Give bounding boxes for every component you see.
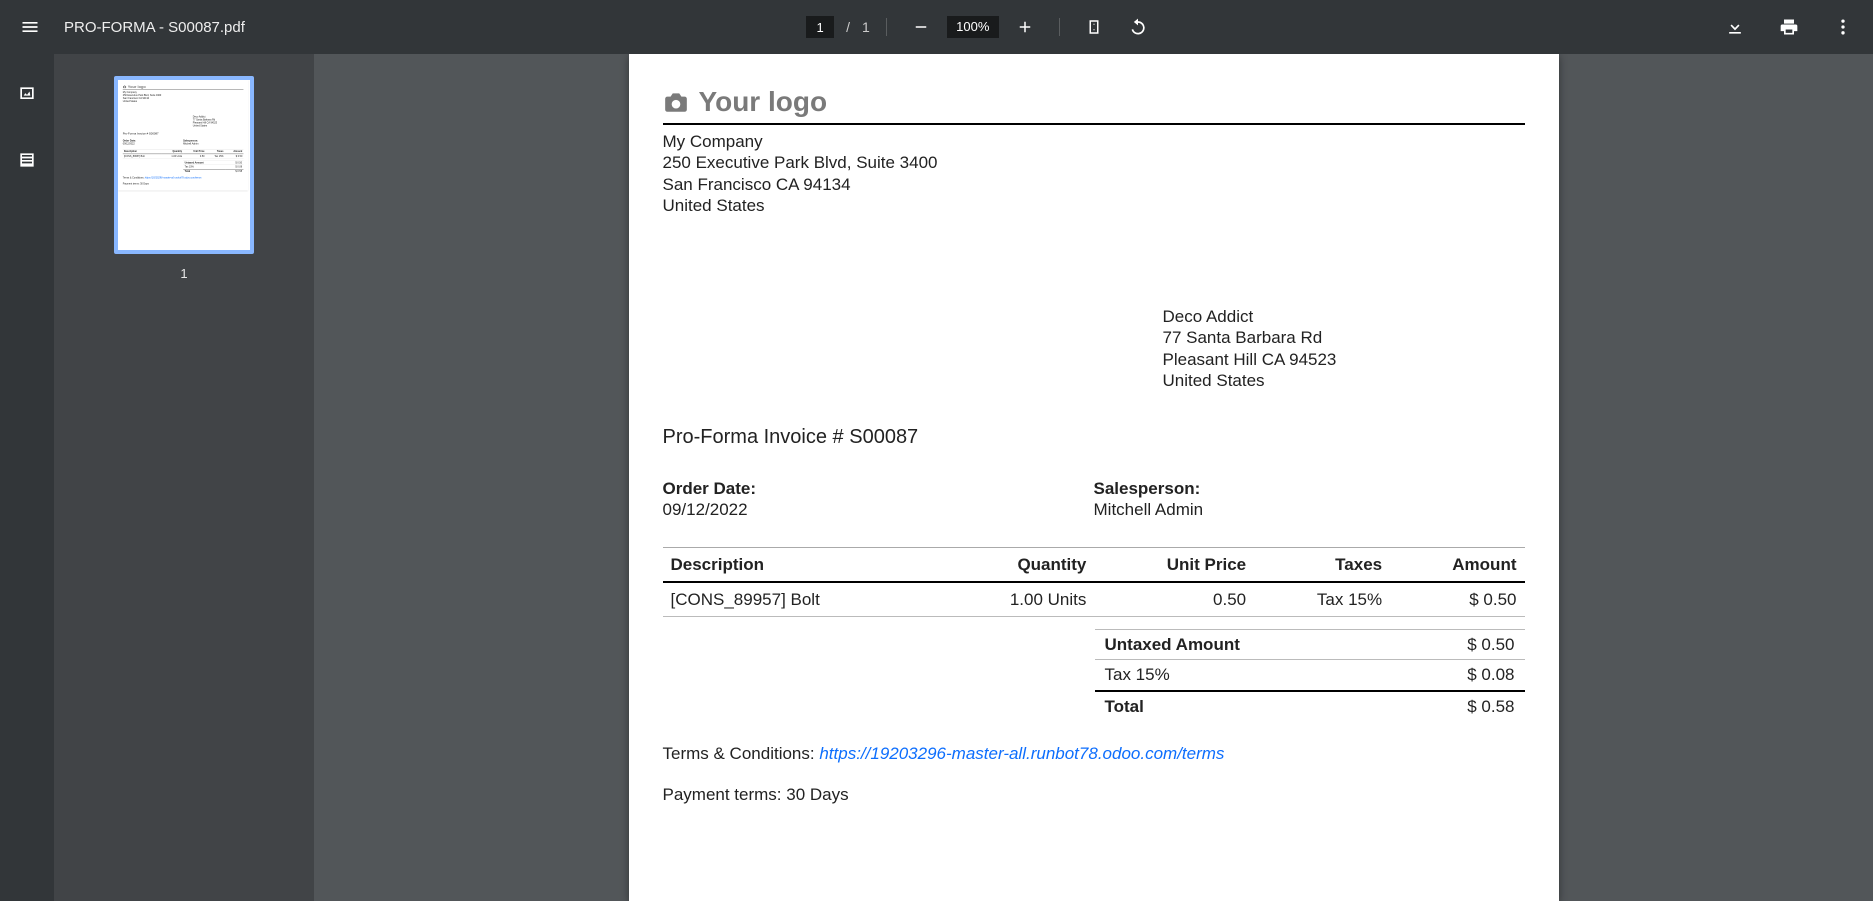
print-icon[interactable] [1771, 9, 1807, 45]
document-filename: PRO-FORMA - S00087.pdf [64, 19, 245, 36]
sender-street: 250 Executive Park Blvd, Suite 3400 [663, 152, 1525, 173]
cell-amount: $ 0.50 [1390, 582, 1524, 617]
total-amount: $ 0.58 [1395, 691, 1525, 721]
divider [886, 18, 887, 36]
cell-taxes: Tax 15% [206, 154, 225, 159]
page-thumbnail[interactable]: Your logo My Company 250 Executive Park … [114, 76, 254, 254]
camera-icon [663, 89, 689, 115]
pdf-page: Your logo My Company 250 Executive Park … [118, 80, 248, 191]
recipient-block: Deco Addict 77 Santa Barbara Rd Pleasant… [1163, 306, 1525, 391]
workspace: Your logo My Company 250 Executive Park … [0, 54, 1873, 901]
terms-prefix: Terms & Conditions: [123, 177, 145, 180]
sender-country: United States [123, 100, 244, 103]
more-icon[interactable] [1825, 9, 1861, 45]
tax-label: Tax 15% [1095, 660, 1395, 691]
recipient-name: Deco Addict [1163, 306, 1525, 327]
thumbnails-icon[interactable] [9, 76, 45, 112]
meta-row: Order Date: 09/12/2022 Salesperson: Mitc… [123, 139, 244, 145]
payment-terms: Payment terms: 30 Days [663, 784, 1525, 805]
col-amount: Amount [1390, 547, 1524, 582]
recipient-block: Deco Addict 77 Santa Barbara Rd Pleasant… [193, 115, 244, 127]
col-quantity: Quantity [939, 547, 1094, 582]
order-date-value: 09/12/2022 [123, 142, 135, 145]
cell-unitprice: 0.50 [183, 154, 205, 159]
cell-description: [CONS_89957] Bolt [123, 154, 162, 159]
recipient-street: 77 Santa Barbara Rd [1163, 327, 1525, 348]
sender-country: United States [663, 195, 1525, 216]
order-date-value: 09/12/2022 [663, 500, 748, 519]
sender-city: San Francisco CA 94134 [663, 174, 1525, 195]
logo-placeholder: Your logo [663, 84, 1525, 119]
pdf-toolbar: PRO-FORMA - S00087.pdf / 1 100% [0, 0, 1873, 54]
total-label: Total [1095, 691, 1395, 721]
order-date-label: Order Date: [663, 479, 757, 498]
table-row: [CONS_89957] Bolt1.00 Units0.50Tax 15%$ … [123, 154, 244, 159]
logo-placeholder: Your logo [123, 84, 244, 89]
sender-block: My Company 250 Executive Park Blvd, Suit… [663, 131, 1525, 216]
zoom-in-icon[interactable] [1007, 9, 1043, 45]
camera-icon [123, 85, 127, 89]
terms-line: Terms & Conditions: https://19203296-mas… [663, 743, 1525, 764]
col-taxes: Taxes [1254, 547, 1390, 582]
page-number-input[interactable] [806, 16, 834, 38]
table-header-row: Description Quantity Unit Price Taxes Am… [663, 547, 1525, 582]
page-canvas[interactable]: Your logo My Company 250 Executive Park … [314, 54, 1873, 901]
cell-amount: $ 0.50 [225, 154, 244, 159]
thumbnail-page-number: 1 [180, 266, 187, 281]
logo-text: Your logo [699, 84, 828, 119]
outline-icon[interactable] [9, 142, 45, 178]
recipient-city: Pleasant Hill CA 94523 [1163, 349, 1525, 370]
cell-unitprice: 0.50 [1094, 582, 1254, 617]
payment-terms: Payment terms: 30 Days [123, 182, 244, 185]
cell-description: [CONS_89957] Bolt [663, 582, 940, 617]
sender-name: My Company [663, 131, 1525, 152]
totals-table: Untaxed Amount $ 0.50 Tax 15% $ 0.08 Tot… [1095, 629, 1525, 721]
salesperson-label: Salesperson: [1094, 479, 1201, 498]
salesperson-value: Mitchell Admin [183, 142, 198, 145]
cell-quantity: 1.00 Units [939, 582, 1094, 617]
terms-prefix: Terms & Conditions: [663, 744, 820, 763]
total-amount: $ 0.58 [225, 169, 243, 173]
page-separator: / [842, 19, 854, 35]
terms-line: Terms & Conditions: https://19203296-mas… [123, 176, 244, 179]
zoom-level: 100% [947, 16, 999, 38]
tax-amount: $ 0.08 [1395, 660, 1525, 691]
zoom-out-icon[interactable] [903, 9, 939, 45]
pdf-page: Your logo My Company 250 Executive Park … [629, 54, 1559, 901]
rotate-icon[interactable] [1120, 9, 1156, 45]
salesperson-value: Mitchell Admin [1094, 500, 1204, 519]
recipient-country: United States [193, 124, 244, 127]
divider [1059, 18, 1060, 36]
cell-quantity: 1.00 Units [162, 154, 184, 159]
line-items-table: Description Quantity Unit Price Taxes Am… [123, 149, 244, 159]
thumbnail-panel: Your logo My Company 250 Executive Park … [54, 54, 314, 901]
total-label: Total [183, 169, 225, 173]
header-rule [663, 123, 1525, 125]
side-rail [0, 54, 54, 901]
menu-icon[interactable] [12, 9, 48, 45]
totals-table: Untaxed Amount $ 0.50 Tax 15% $ 0.08 Tot… [183, 161, 243, 174]
logo-text: Your logo [128, 84, 146, 89]
total-pages: 1 [862, 19, 870, 35]
sender-block: My Company 250 Executive Park Blvd, Suit… [123, 91, 244, 103]
terms-link[interactable]: https://19203296-master-all.runbot78.odo… [145, 177, 202, 180]
invoice-title: Pro-Forma Invoice # S00087 [123, 132, 244, 136]
col-description: Description [663, 547, 940, 582]
fit-page-icon[interactable] [1076, 9, 1112, 45]
download-icon[interactable] [1717, 9, 1753, 45]
terms-link[interactable]: https://19203296-master-all.runbot78.odo… [819, 744, 1224, 763]
untaxed-label: Untaxed Amount [1095, 630, 1395, 660]
table-row: [CONS_89957] Bolt1.00 Units0.50Tax 15%$ … [663, 582, 1525, 617]
cell-taxes: Tax 15% [1254, 582, 1390, 617]
col-unitprice: Unit Price [1094, 547, 1254, 582]
untaxed-amount: $ 0.50 [1395, 630, 1525, 660]
meta-row: Order Date: 09/12/2022 Salesperson: Mitc… [663, 478, 1525, 521]
line-items-table: Description Quantity Unit Price Taxes Am… [663, 547, 1525, 618]
invoice-title: Pro-Forma Invoice # S00087 [663, 425, 1525, 450]
recipient-country: United States [1163, 370, 1525, 391]
